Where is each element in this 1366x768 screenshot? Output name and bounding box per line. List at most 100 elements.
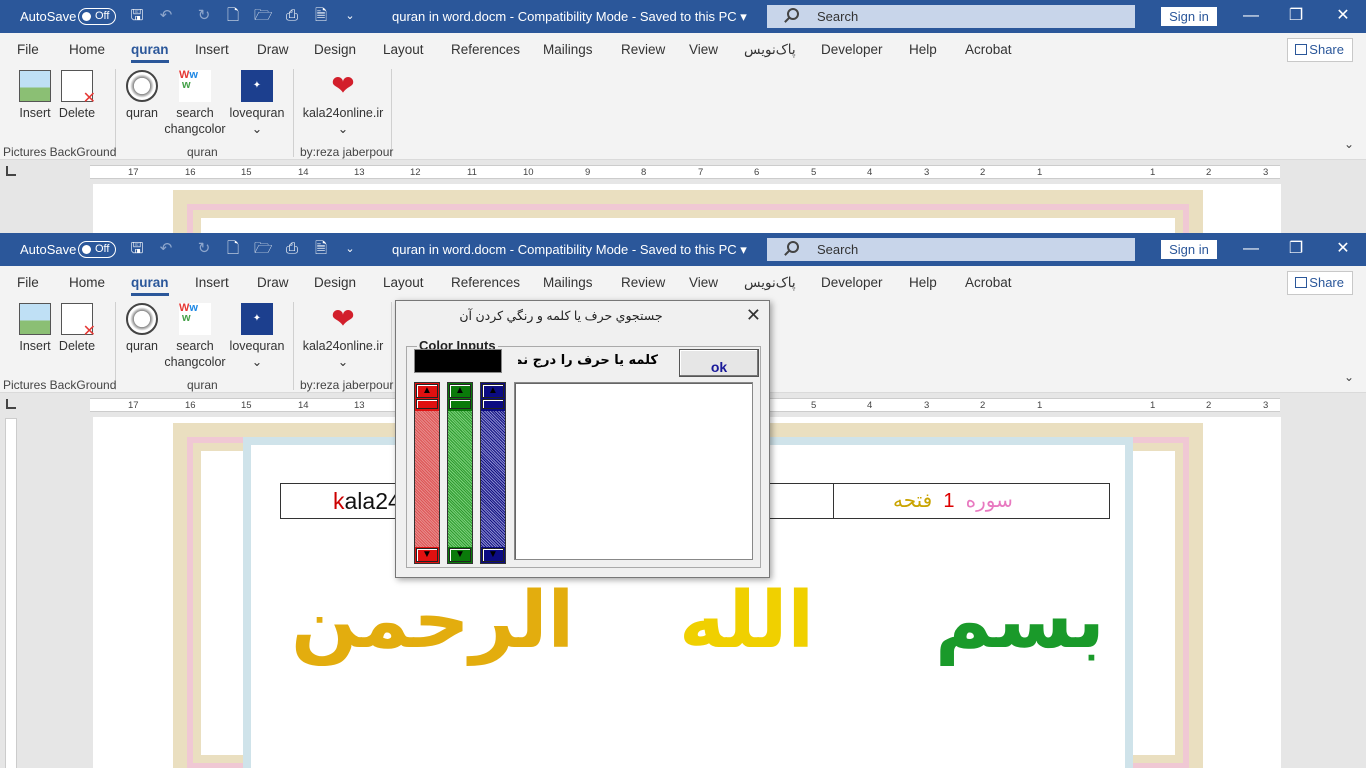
color-search-dialog: جستجوي حرف يا کلمه و رنگي کردن آن ✕ Colo… (395, 300, 770, 578)
color-preview-swatch (414, 349, 502, 373)
tab-review[interactable]: Review (621, 42, 665, 57)
tab-help[interactable]: Help (909, 42, 937, 57)
autosave-toggle[interactable]: Off (78, 241, 116, 258)
print-icon[interactable]: ⎙ (283, 7, 301, 25)
results-listbox[interactable] (514, 382, 753, 560)
redo-icon[interactable]: ↻ (195, 7, 213, 25)
tab-insert[interactable]: Insert (195, 275, 229, 290)
green-down-arrow-icon[interactable]: ▼ (449, 548, 471, 562)
green-scrollbar[interactable]: ▲ ▼ (447, 382, 473, 564)
tab-selector-icon[interactable] (6, 166, 16, 176)
blue-up-arrow-icon[interactable]: ▲ (482, 384, 504, 398)
tab-view[interactable]: View (689, 42, 718, 57)
tab-view[interactable]: View (689, 275, 718, 290)
ok-button[interactable]: ok (679, 349, 759, 377)
lovequran-icon: ✦ (241, 303, 273, 335)
form-icon[interactable]: 🗎 (312, 240, 330, 258)
lovequran-button[interactable]: ✦ lovequran ⌄ (228, 70, 286, 137)
share-button[interactable]: Share (1287, 271, 1353, 295)
redo-icon[interactable]: ↻ (195, 240, 213, 258)
minimize-icon[interactable]: — (1241, 6, 1261, 26)
tab-design[interactable]: Design (314, 275, 356, 290)
search-changcolor-button[interactable]: Ww w search changcolor (163, 303, 227, 370)
green-scroll-thumb[interactable] (449, 399, 471, 409)
red-scroll-thumb[interactable] (416, 399, 438, 409)
minimize-icon[interactable]: — (1241, 239, 1261, 259)
tab-paknevis[interactable]: پاک‌نویس (744, 275, 796, 291)
tab-paknevis[interactable]: پاک‌نویس (744, 42, 796, 58)
tab-layout[interactable]: Layout (383, 275, 424, 290)
tab-file[interactable]: File (17, 275, 39, 290)
customize-qat-icon[interactable]: ⌄ (341, 7, 359, 25)
insert-picture-button[interactable]: Insert (14, 70, 56, 121)
form-icon[interactable]: 🗎 (312, 7, 330, 25)
new-document-icon[interactable]: 🗋 (224, 240, 242, 258)
open-folder-icon[interactable]: 🗁 (254, 240, 273, 258)
open-folder-icon[interactable]: 🗁 (254, 7, 273, 25)
sign-in-button[interactable]: Sign in (1161, 7, 1217, 26)
tab-design[interactable]: Design (314, 42, 356, 57)
tab-home[interactable]: Home (69, 275, 105, 290)
save-icon[interactable]: 🖫 (128, 7, 146, 25)
restore-icon[interactable]: ❐ (1286, 239, 1306, 259)
search-input[interactable]: Search (767, 238, 1135, 261)
close-icon[interactable]: ✕ (1333, 6, 1353, 26)
kala24online-button[interactable]: ❤ kala24online.ir ⌄ (300, 303, 386, 370)
red-up-arrow-icon[interactable]: ▲ (416, 384, 438, 398)
red-down-arrow-icon[interactable]: ▼ (416, 548, 438, 562)
sign-in-button[interactable]: Sign in (1161, 240, 1217, 259)
collapse-ribbon-icon[interactable]: ⌄ (1344, 370, 1354, 384)
close-icon[interactable]: ✕ (1333, 239, 1353, 259)
print-icon[interactable]: ⎙ (283, 240, 301, 258)
save-icon[interactable]: 🖫 (128, 240, 146, 258)
insert-picture-button[interactable]: Insert (14, 303, 56, 354)
tab-mailings[interactable]: Mailings (543, 275, 593, 290)
tab-mailings[interactable]: Mailings (543, 42, 593, 57)
blue-scroll-thumb[interactable] (482, 399, 504, 409)
autosave-toggle[interactable]: Off (78, 8, 116, 25)
quran-button[interactable]: quran (122, 303, 162, 354)
undo-icon[interactable]: ↶ (157, 7, 175, 25)
document-title[interactable]: quran in word.docm - Compatibility Mode … (392, 9, 747, 25)
red-scrollbar[interactable]: ▲ ▼ (414, 382, 440, 564)
new-document-icon[interactable]: 🗋 (224, 7, 242, 25)
tab-developer[interactable]: Developer (821, 275, 883, 290)
group-label-pictures: Pictures BackGround (3, 145, 117, 159)
tab-draw[interactable]: Draw (257, 275, 289, 290)
tab-quran[interactable]: quran (131, 42, 169, 63)
tab-selector-icon[interactable] (6, 399, 16, 409)
tab-layout[interactable]: Layout (383, 42, 424, 57)
share-button[interactable]: Share (1287, 38, 1353, 62)
tab-draw[interactable]: Draw (257, 42, 289, 57)
tab-quran[interactable]: quran (131, 275, 169, 296)
search-changcolor-button[interactable]: Ww w search changcolor (163, 70, 227, 137)
title-bar: AutoSave Off 🖫 ↶ ↻ 🗋 🗁 ⎙ 🗎 ⌄ quran in wo… (0, 233, 1366, 266)
blue-down-arrow-icon[interactable]: ▼ (482, 548, 504, 562)
document-title[interactable]: quran in word.docm - Compatibility Mode … (392, 242, 747, 258)
blue-scrollbar[interactable]: ▲ ▼ (480, 382, 506, 564)
kala24online-button[interactable]: ❤ kala24online.ir ⌄ (300, 70, 386, 137)
lovequran-button[interactable]: ✦ lovequran ⌄ (228, 303, 286, 370)
delete-picture-button[interactable]: Delete (56, 70, 98, 121)
tab-file[interactable]: File (17, 42, 39, 57)
tab-acrobat[interactable]: Acrobat (965, 275, 1012, 290)
undo-icon[interactable]: ↶ (157, 240, 175, 258)
word-input[interactable] (518, 349, 658, 371)
ribbon: Insert Delete quran Ww wsearchchangcolor… (0, 65, 1366, 160)
tab-review[interactable]: Review (621, 275, 665, 290)
tab-developer[interactable]: Developer (821, 42, 883, 57)
green-up-arrow-icon[interactable]: ▲ (449, 384, 471, 398)
dialog-close-icon[interactable]: ✕ (746, 305, 761, 326)
tab-references[interactable]: References (451, 275, 520, 290)
tab-help[interactable]: Help (909, 275, 937, 290)
collapse-ribbon-icon[interactable]: ⌄ (1344, 137, 1354, 151)
tab-home[interactable]: Home (69, 42, 105, 57)
delete-picture-button[interactable]: Delete (56, 303, 98, 354)
quran-button[interactable]: quran (122, 70, 162, 121)
tab-acrobat[interactable]: Acrobat (965, 42, 1012, 57)
restore-icon[interactable]: ❐ (1286, 6, 1306, 26)
tab-insert[interactable]: Insert (195, 42, 229, 57)
customize-qat-icon[interactable]: ⌄ (341, 240, 359, 258)
tab-references[interactable]: References (451, 42, 520, 57)
search-input[interactable]: Search (767, 5, 1135, 28)
